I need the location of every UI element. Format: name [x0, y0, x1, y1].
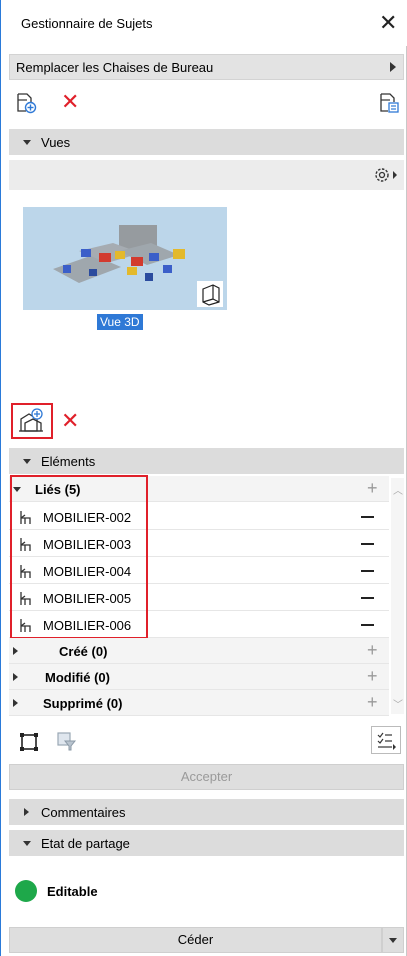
remove-icon[interactable]	[361, 597, 374, 599]
section-label-comments: Commentaires	[41, 805, 126, 820]
element-id: MOBILIER-003	[43, 537, 132, 552]
accept-button[interactable]: Accepter	[9, 764, 404, 790]
title-bar: Gestionnaire de Sujets ✕	[1, 0, 407, 46]
element-id: MOBILIER-006	[43, 618, 132, 633]
group-label: Modifié (0)	[45, 670, 110, 685]
remove-icon[interactable]	[361, 624, 374, 626]
list-item[interactable]: MOBILIER-005	[9, 585, 389, 611]
group-label: Supprimé (0)	[43, 696, 123, 711]
chair-icon	[17, 536, 35, 557]
group-label: Créé (0)	[59, 644, 108, 659]
section-header-views[interactable]: Vues	[9, 129, 404, 155]
group-deleted[interactable]: Supprimé (0) +	[9, 690, 389, 716]
add-view-icon	[19, 408, 43, 432]
expand-icon	[13, 647, 18, 655]
issue-manager-panel: Gestionnaire de Sujets ✕ Remplacer les C…	[0, 0, 407, 956]
issue-name: Remplacer les Chaises de Bureau	[16, 60, 214, 75]
section-label-sharing: Etat de partage	[41, 836, 130, 851]
add-icon[interactable]: +	[367, 640, 378, 661]
chair-icon	[17, 509, 35, 530]
scroll-up-icon[interactable]: ︿	[393, 482, 403, 497]
add-icon[interactable]: +	[367, 692, 378, 713]
filter-elements-icon[interactable]	[55, 730, 77, 752]
window-title: Gestionnaire de Sujets	[21, 16, 153, 31]
group-label: Liés (5)	[35, 482, 81, 497]
add-elements-button[interactable]	[11, 403, 53, 439]
delete-elements-icon[interactable]: ✕	[61, 408, 79, 434]
list-item[interactable]: MOBILIER-003	[9, 531, 389, 557]
new-issue-icon[interactable]	[15, 92, 37, 114]
remove-icon[interactable]	[361, 570, 374, 572]
list-item[interactable]: MOBILIER-006	[9, 612, 389, 638]
element-id: MOBILIER-005	[43, 591, 132, 606]
scroll-down-icon[interactable]: ﹀	[393, 696, 403, 711]
list-options-icon[interactable]	[371, 726, 401, 754]
section-label-views: Vues	[41, 135, 71, 150]
group-created[interactable]: Créé (0) +	[9, 638, 389, 664]
select-rect-icon[interactable]	[19, 732, 39, 752]
delete-issue-icon[interactable]: ✕	[61, 89, 79, 115]
collapse-icon	[13, 487, 21, 492]
chair-icon	[17, 563, 35, 584]
group-linked[interactable]: Liés (5) +	[9, 476, 389, 502]
chevron-down-icon	[389, 938, 397, 943]
release-button[interactable]: Céder	[9, 927, 382, 953]
chair-icon	[17, 617, 35, 638]
element-id: MOBILIER-002	[43, 510, 132, 525]
elements-scrollbar[interactable]: ︿ ﹀	[391, 478, 404, 714]
expand-icon	[13, 699, 18, 707]
chair-icon	[17, 590, 35, 611]
settings-gear-icon[interactable]	[371, 164, 401, 186]
collapse-icon	[23, 841, 31, 846]
add-icon[interactable]: +	[367, 666, 378, 687]
close-icon[interactable]: ✕	[379, 10, 397, 36]
remove-icon[interactable]	[361, 543, 374, 545]
views-toolbar	[9, 160, 404, 190]
status-dot-icon	[15, 880, 37, 902]
view-label[interactable]: Vue 3D	[97, 314, 143, 330]
add-icon[interactable]: +	[367, 478, 378, 499]
issue-list-icon[interactable]	[378, 92, 400, 114]
expand-icon	[24, 808, 29, 816]
group-modified[interactable]: Modifié (0) +	[9, 664, 389, 690]
sharing-status: Editable	[47, 884, 98, 899]
element-id: MOBILIER-004	[43, 564, 132, 579]
section-header-comments[interactable]: Commentaires	[9, 799, 404, 825]
expand-icon	[13, 673, 18, 681]
view-thumbnail[interactable]	[23, 207, 227, 310]
section-header-elements[interactable]: Eléments	[9, 448, 404, 474]
chevron-right-icon	[390, 62, 396, 72]
collapse-icon	[23, 459, 31, 464]
section-header-sharing[interactable]: Etat de partage	[9, 830, 404, 856]
remove-icon[interactable]	[361, 516, 374, 518]
issue-selector[interactable]: Remplacer les Chaises de Bureau	[9, 54, 404, 80]
collapse-icon	[23, 140, 31, 145]
list-item[interactable]: MOBILIER-004	[9, 558, 389, 584]
list-item[interactable]: MOBILIER-002	[9, 504, 389, 530]
release-dropdown[interactable]	[382, 927, 404, 953]
section-label-elements: Eléments	[41, 454, 96, 469]
